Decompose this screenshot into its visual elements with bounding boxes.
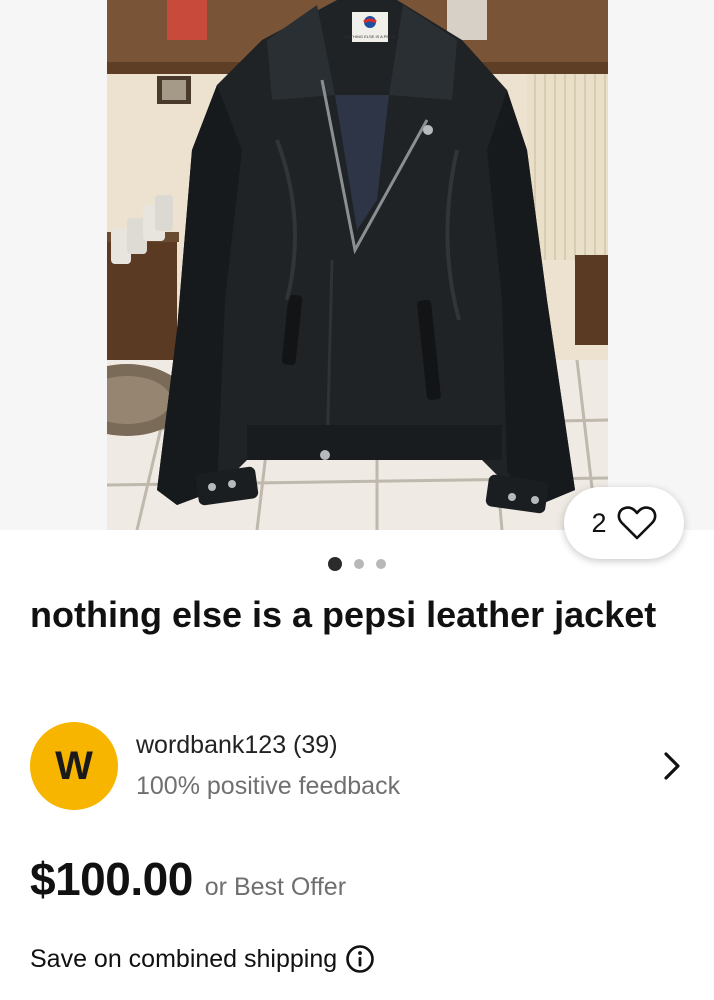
- combined-shipping-label: Save on combined shipping: [30, 944, 338, 973]
- carousel-dot[interactable]: [354, 559, 364, 569]
- listing-photo[interactable]: NOTHING ELSE IS A PEPSI: [107, 0, 608, 530]
- photo-gallery[interactable]: NOTHING ELSE IS A PEPSI 2: [0, 0, 714, 559]
- seller-feedback: 100% positive feedback: [136, 772, 401, 800]
- carousel-dot[interactable]: [376, 559, 386, 569]
- price-row: $100.00 or Best Offer: [30, 852, 346, 906]
- seller-row[interactable]: W wordbank123 (39) 100% positive feedbac…: [30, 722, 690, 810]
- jacket-label-text: NOTHING ELSE IS A PEPSI: [345, 34, 396, 39]
- price: $100.00: [30, 853, 193, 905]
- chevron-right-icon[interactable]: [660, 749, 684, 783]
- seller-name: wordbank123 (39): [136, 731, 338, 759]
- carousel-indicator: [0, 557, 714, 571]
- heart-icon: [617, 506, 656, 540]
- shipping-row: Save on combined shipping: [30, 944, 375, 974]
- seller-info: wordbank123 (39) 100% positive feedback: [136, 728, 660, 804]
- best-offer-label: or Best Offer: [204, 873, 347, 901]
- listing-page: NOTHING ELSE IS A PEPSI 2 nothing else i…: [0, 0, 714, 1000]
- watch-count: 2: [591, 507, 607, 538]
- jacket-image: NOTHING ELSE IS A PEPSI: [107, 0, 608, 530]
- info-icon[interactable]: [345, 944, 375, 974]
- watch-button[interactable]: 2: [564, 487, 684, 559]
- avatar: W: [30, 722, 118, 810]
- listing-title: nothing else is a pepsi leather jacket: [30, 594, 657, 635]
- carousel-dot-active[interactable]: [328, 557, 342, 571]
